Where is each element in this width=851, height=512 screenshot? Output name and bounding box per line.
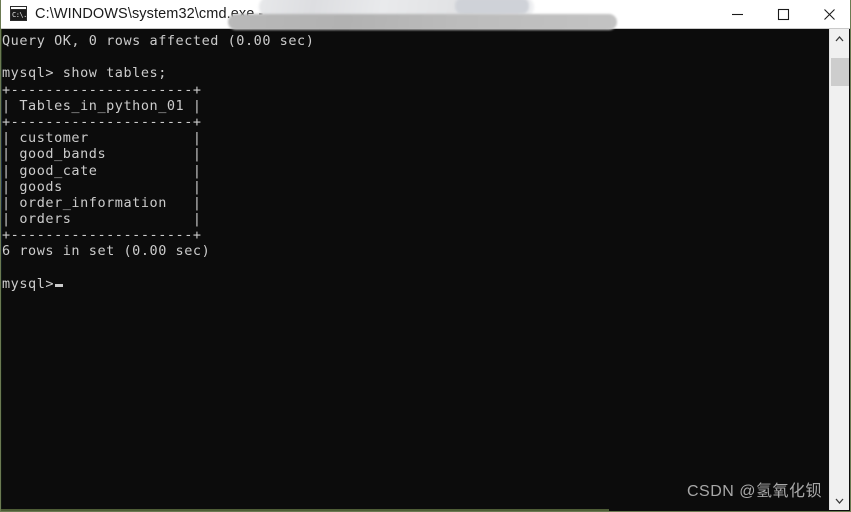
scrollbar-track[interactable] [830, 48, 849, 58]
window-left-edge [1, 29, 2, 511]
table-row: | orders | [2, 211, 202, 228]
table-row: | customer | [2, 130, 202, 147]
cmd-console-icon: C:\. [10, 5, 27, 23]
minimize-button[interactable] [714, 0, 760, 29]
vertical-scrollbar[interactable] [829, 29, 849, 510]
console-line-command: mysql> show tables; [2, 65, 167, 82]
text-cursor [55, 283, 64, 287]
window-controls [714, 0, 850, 29]
table-row: | goods | [2, 178, 202, 195]
title-bar[interactable]: C:\. C:\WINDOWS\system32\cmd.exe - mysql [1, 0, 850, 29]
console-line: Query OK, 0 rows affected (0.00 sec) [2, 33, 315, 49]
table-header-row: | Tables_in_python_01 | [2, 97, 202, 114]
table-row: | good_cate | [2, 162, 202, 179]
table-row: | order_information | [2, 194, 202, 211]
close-button[interactable] [806, 0, 850, 29]
cmd-icon-glyph: C:\. [11, 9, 26, 20]
console-output-area[interactable]: Query OK, 0 rows affected (0.00 sec) mys… [1, 29, 830, 511]
window-title: C:\WINDOWS\system32\cmd.exe - mysql [35, 6, 306, 22]
row-count-status: 6 rows in set (0.00 sec) [2, 243, 211, 260]
table-separator-bottom: +---------------------+ [2, 227, 202, 244]
cmd-window: C:\. C:\WINDOWS\system32\cmd.exe - mysql [0, 0, 851, 512]
scroll-down-icon[interactable] [830, 491, 849, 510]
table-separator-mid: +---------------------+ [2, 113, 202, 130]
console-prompt-line: mysql> [2, 276, 830, 292]
csdn-watermark: CSDN @氢氧化钡 [686, 483, 822, 500]
maximize-button[interactable] [760, 0, 806, 29]
scrollbar-thumb[interactable] [831, 58, 849, 86]
scroll-up-icon[interactable] [830, 29, 849, 48]
prompt-label: mysql> [2, 275, 55, 292]
table-separator-top: +---------------------+ [2, 81, 202, 98]
table-row: | good_bands | [2, 146, 202, 163]
window-bottom-edge [1, 509, 609, 511]
